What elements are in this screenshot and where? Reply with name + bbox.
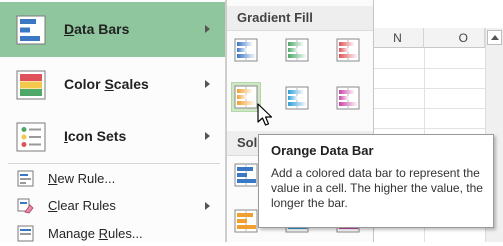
menu-item-data-bars[interactable]: Data Bars bbox=[0, 2, 225, 57]
gradient-blue-data-bar[interactable] bbox=[233, 37, 259, 63]
menu-item-clear-rules[interactable]: Clear Rules bbox=[0, 194, 225, 218]
gradient-light-blue-data-bar[interactable] bbox=[284, 85, 310, 111]
menu-item-label: Icon Sets bbox=[64, 128, 127, 144]
column-header-o[interactable]: O bbox=[424, 28, 485, 48]
solid-blue-data-bar-icon bbox=[234, 163, 258, 187]
gradient-green-data-bar[interactable] bbox=[284, 37, 310, 63]
scroll-up-icon[interactable] bbox=[487, 30, 502, 45]
tooltip-title: Orange Data Bar bbox=[271, 143, 374, 158]
grid-line bbox=[372, 88, 486, 89]
solid-orange-data-bar[interactable] bbox=[233, 208, 259, 234]
menu-separator bbox=[8, 163, 220, 164]
grid-line bbox=[372, 108, 486, 109]
new-rule-icon bbox=[17, 170, 34, 187]
manage-rules-icon bbox=[17, 225, 34, 242]
menu-item-label: Clear Rules bbox=[48, 198, 116, 213]
red-data-bar-icon bbox=[336, 38, 360, 62]
tooltip-body: Add a colored data bar to represent the … bbox=[271, 166, 483, 210]
menu-item-icon-sets[interactable]: Icon Sets bbox=[0, 109, 225, 164]
purple-data-bar-icon bbox=[336, 86, 360, 110]
menu-item-label: Manage Rules... bbox=[48, 226, 143, 241]
column-label: O bbox=[458, 31, 468, 45]
gradient-purple-data-bar[interactable] bbox=[335, 85, 361, 111]
light-blue-data-bar-icon bbox=[285, 86, 309, 110]
blue-data-bar-icon bbox=[234, 38, 258, 62]
submenu-arrow-icon bbox=[205, 202, 210, 210]
menu-item-label: Color Scales bbox=[64, 76, 149, 92]
menu-item-color-scales[interactable]: Color Scales bbox=[0, 57, 225, 112]
solid-orange-data-bar-icon bbox=[234, 209, 258, 233]
conditional-formatting-menu: Data Bars Color Scales Icon Sets New Rul… bbox=[0, 0, 226, 242]
menu-item-new-rule[interactable]: New Rule... bbox=[0, 167, 225, 191]
menu-item-label: Data Bars bbox=[64, 21, 130, 37]
data-bars-icon bbox=[16, 15, 46, 45]
grid-line bbox=[372, 128, 486, 129]
eraser-icon bbox=[17, 198, 34, 214]
tooltip: Orange Data Bar Add a colored data bar t… bbox=[258, 134, 494, 228]
grid-line bbox=[372, 68, 486, 69]
icon-sets-icon bbox=[16, 122, 46, 152]
submenu-arrow-icon bbox=[205, 132, 210, 140]
menu-item-manage-rules[interactable]: Manage Rules... bbox=[0, 222, 225, 246]
column-label: N bbox=[393, 31, 402, 45]
gradient-red-data-bar[interactable] bbox=[335, 37, 361, 63]
green-data-bar-icon bbox=[285, 38, 309, 62]
submenu-arrow-icon bbox=[205, 25, 210, 33]
solid-blue-data-bar[interactable] bbox=[233, 162, 259, 188]
color-scales-icon bbox=[16, 70, 46, 100]
mouse-pointer-icon bbox=[257, 103, 273, 126]
gradient-fill-header: Gradient Fill bbox=[227, 6, 373, 31]
submenu-arrow-icon bbox=[205, 80, 210, 88]
menu-item-label: New Rule... bbox=[48, 171, 116, 186]
column-header-n[interactable]: N bbox=[372, 28, 424, 48]
